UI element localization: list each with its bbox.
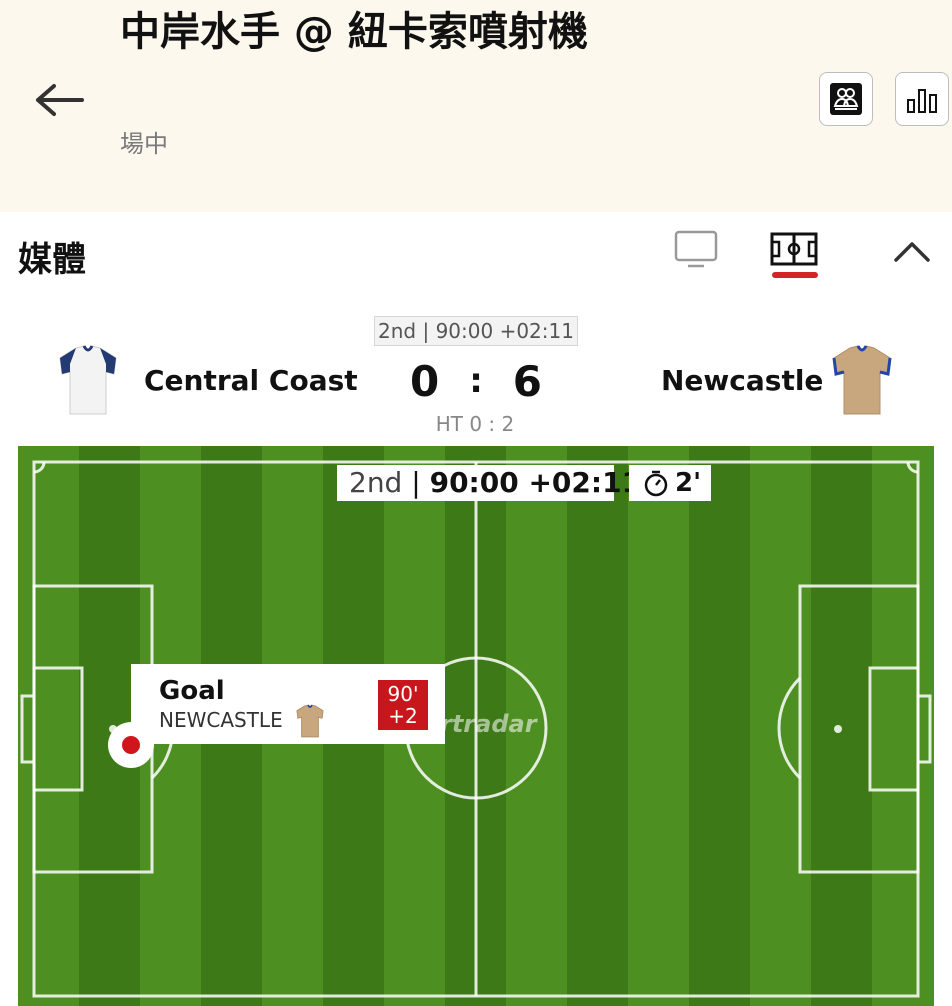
away-team-name: Newcastle bbox=[661, 364, 824, 397]
lineup-button[interactable] bbox=[819, 72, 873, 126]
goal-event-card[interactable]: Goal NEWCASTLE 90' +2 bbox=[131, 664, 445, 744]
chevron-up-icon[interactable] bbox=[892, 238, 932, 264]
match-status: 場中 bbox=[120, 130, 168, 158]
arrow-left-icon[interactable] bbox=[34, 80, 86, 120]
away-jersey-icon bbox=[296, 704, 324, 738]
match-half: 2nd bbox=[349, 466, 403, 499]
pitch-icon[interactable] bbox=[770, 232, 818, 268]
provider-watermark: rtradar bbox=[440, 710, 537, 738]
goal-dot bbox=[122, 736, 140, 754]
bar-chart-icon bbox=[907, 89, 937, 113]
event-team: NEWCASTLE bbox=[159, 708, 283, 732]
tv-icon[interactable] bbox=[674, 230, 718, 270]
event-minute-badge: 90' +2 bbox=[378, 680, 428, 730]
match-period: 2nd | 90:00 +02:11 bbox=[374, 316, 578, 346]
halftime-score: HT 0 : 2 bbox=[435, 412, 515, 436]
goal-location-marker[interactable] bbox=[108, 722, 154, 768]
home-score: 0 bbox=[410, 356, 440, 406]
score-separator: : bbox=[469, 361, 483, 401]
active-tab-indicator bbox=[772, 272, 818, 278]
lineup-icon bbox=[830, 83, 862, 115]
match-clock: 2nd | 90:00 +02:11 bbox=[337, 465, 641, 501]
event-added-time: +2 bbox=[388, 704, 418, 728]
event-title: Goal bbox=[159, 676, 225, 706]
event-minute: 90' bbox=[387, 682, 419, 706]
stopwatch-icon bbox=[644, 470, 668, 497]
media-section-title: 媒體 bbox=[18, 240, 86, 280]
stats-button[interactable] bbox=[895, 72, 949, 126]
score: 0 : 6 bbox=[410, 356, 542, 406]
clock-divider: | bbox=[411, 466, 421, 499]
match-title: 中岸水手 @ 紐卡索噴射機 bbox=[120, 9, 588, 55]
stoppage-minutes: 2' bbox=[675, 468, 702, 498]
match-time: 90:00 +02:11 bbox=[429, 466, 642, 499]
away-jersey-icon bbox=[832, 345, 892, 415]
away-score: 6 bbox=[512, 356, 542, 406]
stoppage-time: 2' bbox=[629, 465, 711, 501]
home-jersey-icon bbox=[59, 345, 117, 415]
home-team-name: Central Coast bbox=[144, 364, 358, 397]
